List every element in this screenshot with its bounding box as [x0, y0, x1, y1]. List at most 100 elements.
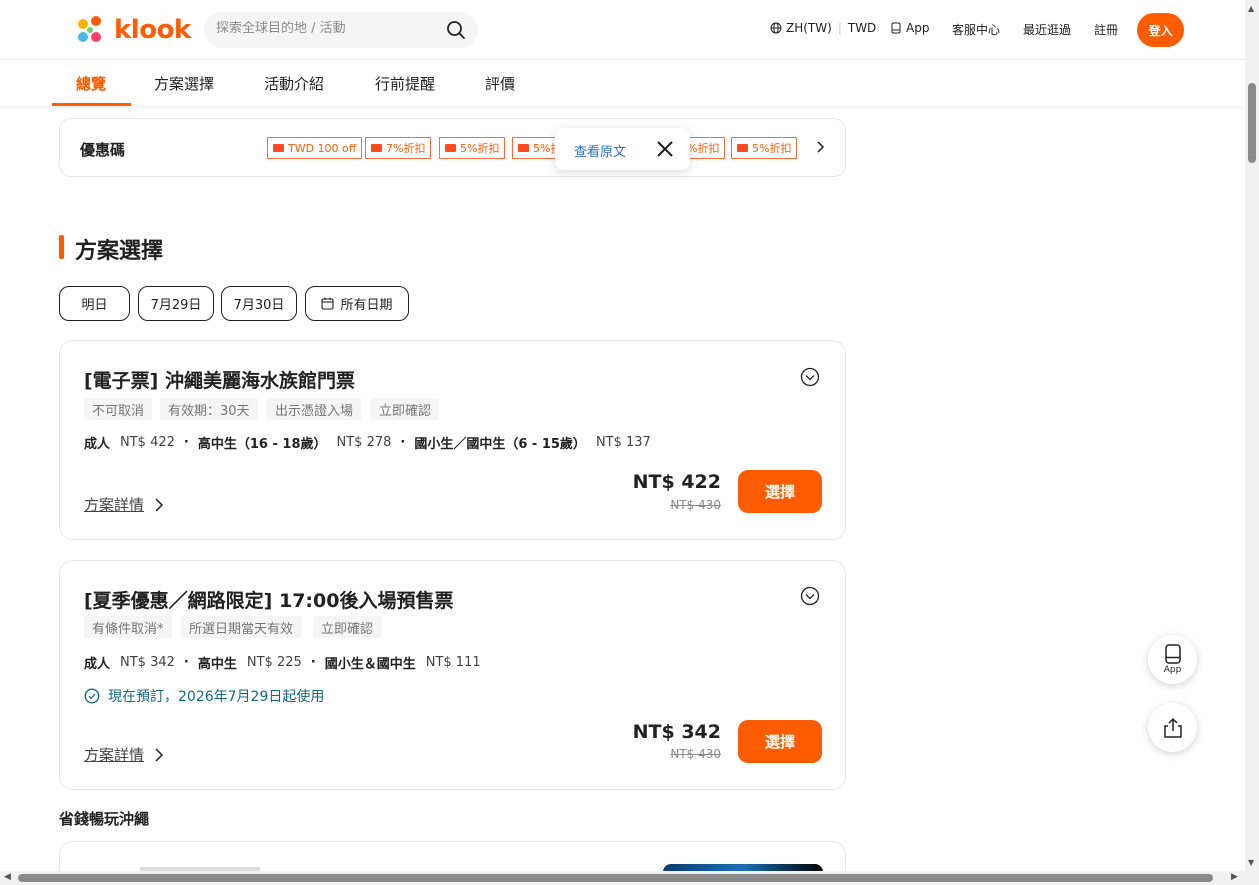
app-label: App [906, 21, 930, 35]
price-label: 國小生＆國中生 [324, 657, 416, 672]
package-card: [夏季優惠／網路限定] 17:00後入場預售票 有條件取消* 所選日期當天有效 … [59, 560, 846, 790]
chevron-right-icon [155, 497, 164, 512]
tab-packages[interactable]: 方案選擇 [154, 73, 214, 94]
booking-notice: 現在預訂，2026年7月29日起使用 [84, 686, 324, 706]
tab-activity-intro[interactable]: 活動介紹 [264, 73, 324, 94]
package-tag: 出示憑證入場 [267, 398, 362, 420]
expand-icon[interactable] [800, 367, 820, 387]
share-fab[interactable] [1148, 703, 1197, 752]
coupon-badge[interactable]: 5%折扣 [731, 137, 798, 159]
fab-app-label: App [1163, 665, 1182, 675]
package-title: [電子票] 沖繩美麗海水族館門票 [84, 370, 355, 392]
divider: | [837, 21, 842, 35]
price-label: 成人 [84, 657, 111, 672]
calendar-icon [321, 297, 335, 310]
ticket-icon [737, 144, 748, 152]
package-tag: 立即確認 [313, 616, 382, 638]
search-bar[interactable] [204, 12, 478, 48]
search-input[interactable] [216, 21, 436, 36]
logo-text: klook [114, 15, 191, 45]
globe-icon [770, 22, 782, 34]
close-icon[interactable] [655, 139, 675, 159]
package-title: [夏季優惠／網路限定] 17:00後入場預售票 [84, 590, 454, 612]
promo-code-bar: 優惠碼 TWD 100 off 7%折扣 5%折扣 5%折扣 5%折扣 5%折扣 [59, 118, 846, 177]
coupon-label: 7%折扣 [386, 142, 426, 155]
package-tag: 有效期：30天 [160, 398, 258, 420]
vertical-scrollbar[interactable]: ▲ ▼ [1245, 0, 1259, 871]
ticket-icon [445, 144, 456, 152]
scrollbar-thumb[interactable] [1248, 83, 1256, 163]
translate-popup: 查看原文 [555, 128, 690, 170]
price-breakdown: 成人 NT$ 422 · 高中生（16 - 18歲） NT$ 278 · 國小生… [84, 433, 651, 452]
scroll-down-arrow[interactable]: ▼ [1248, 858, 1254, 867]
promo-label: 優惠碼 [80, 141, 126, 159]
date-chip-jul29[interactable]: 7月29日 [138, 286, 214, 321]
scrollbar-thumb[interactable] [18, 874, 1213, 882]
price-breakdown: 成人 NT$ 342 · 高中生 NT$ 225 · 國小生＆國中生 NT$ 1… [84, 653, 481, 672]
language-currency-selector[interactable]: ZH(TW) | TWD [770, 21, 876, 35]
separator-dot: · [183, 655, 189, 670]
ticket-icon [371, 144, 382, 152]
separator-dot: · [400, 435, 406, 450]
original-price: NT$ 430 [670, 498, 721, 512]
package-price: NT$ 342 [632, 721, 721, 743]
active-tab-indicator [52, 103, 131, 106]
select-package-button[interactable]: 選擇 [738, 470, 822, 513]
tab-reminders[interactable]: 行前提醒 [375, 73, 435, 94]
notice-text: 現在預訂，2026年7月29日起使用 [108, 689, 325, 705]
section-accent-bar [59, 235, 64, 259]
scroll-left-arrow[interactable]: ◀ [4, 872, 11, 882]
package-tag: 不可取消 [84, 398, 153, 420]
coupon-badge[interactable]: 5%折扣 [439, 137, 506, 159]
date-chip-all-dates[interactable]: 所有日期 [305, 286, 409, 321]
price-value: NT$ 422 [120, 435, 175, 450]
tab-bar: 總覽 方案選擇 活動介紹 行前提醒 評價 [0, 60, 1245, 106]
price-label: 高中生（16 - 18歲） [197, 437, 327, 452]
original-price: NT$ 430 [670, 747, 721, 761]
details-label: 方案詳情 [84, 746, 145, 764]
date-chip-jul30[interactable]: 7月30日 [221, 286, 297, 321]
chevron-right-icon[interactable] [812, 139, 828, 155]
app-download-link[interactable]: App [890, 21, 929, 35]
scroll-right-arrow[interactable]: ▶ [1231, 872, 1238, 882]
package-tag: 立即確認 [371, 398, 440, 420]
klook-logo[interactable]: klook [74, 13, 191, 47]
package-tag: 有條件取消* [84, 616, 172, 638]
select-package-button[interactable]: 選擇 [738, 720, 822, 763]
view-original-link[interactable]: 查看原文 [574, 141, 626, 160]
recently-viewed-link[interactable]: 最近逛過 [1023, 21, 1071, 38]
search-icon[interactable] [446, 20, 466, 40]
coupon-label: 5%折扣 [752, 142, 792, 155]
ticket-icon [273, 144, 284, 152]
currency-label: TWD [847, 21, 877, 35]
package-details-link[interactable]: 方案詳情 [84, 744, 166, 765]
app-download-fab[interactable]: App [1148, 635, 1197, 684]
coupon-label: 5%折扣 [460, 142, 500, 155]
tab-reviews[interactable]: 評價 [485, 73, 515, 94]
tab-overview[interactable]: 總覽 [76, 73, 106, 94]
price-value: NT$ 225 [246, 655, 302, 670]
recommendation-heading: 省錢暢玩沖繩 [59, 810, 150, 828]
help-center-link[interactable]: 客服中心 [952, 21, 1000, 38]
phone-icon [1164, 644, 1181, 664]
price-value: NT$ 342 [120, 655, 175, 670]
chevron-right-icon [155, 747, 164, 762]
scroll-up-arrow[interactable]: ▲ [1248, 4, 1254, 13]
expand-icon[interactable] [800, 586, 820, 606]
login-button[interactable]: 登入 [1137, 13, 1184, 47]
coupon-badge[interactable]: TWD 100 off [267, 137, 363, 159]
section-title: 方案選擇 [75, 239, 164, 264]
coupon-badge[interactable]: 7%折扣 [365, 137, 432, 159]
price-value: NT$ 137 [595, 435, 651, 450]
page: klook ZH(TW) | TWD App [0, 0, 1259, 885]
separator-dot: · [183, 435, 189, 450]
package-details-link[interactable]: 方案詳情 [84, 494, 166, 515]
phone-icon [891, 22, 901, 34]
price-label: 高中生 [197, 657, 237, 672]
horizontal-scrollbar[interactable]: ◀ ▶ [0, 871, 1259, 885]
package-price: NT$ 422 [632, 471, 721, 493]
register-link[interactable]: 註冊 [1094, 21, 1118, 38]
date-chip-tomorrow[interactable]: 明日 [59, 286, 130, 321]
package-card: [電子票] 沖繩美麗海水族館門票 不可取消 有效期：30天 出示憑證入場 立即確… [59, 340, 846, 540]
price-value: NT$ 111 [425, 655, 481, 670]
